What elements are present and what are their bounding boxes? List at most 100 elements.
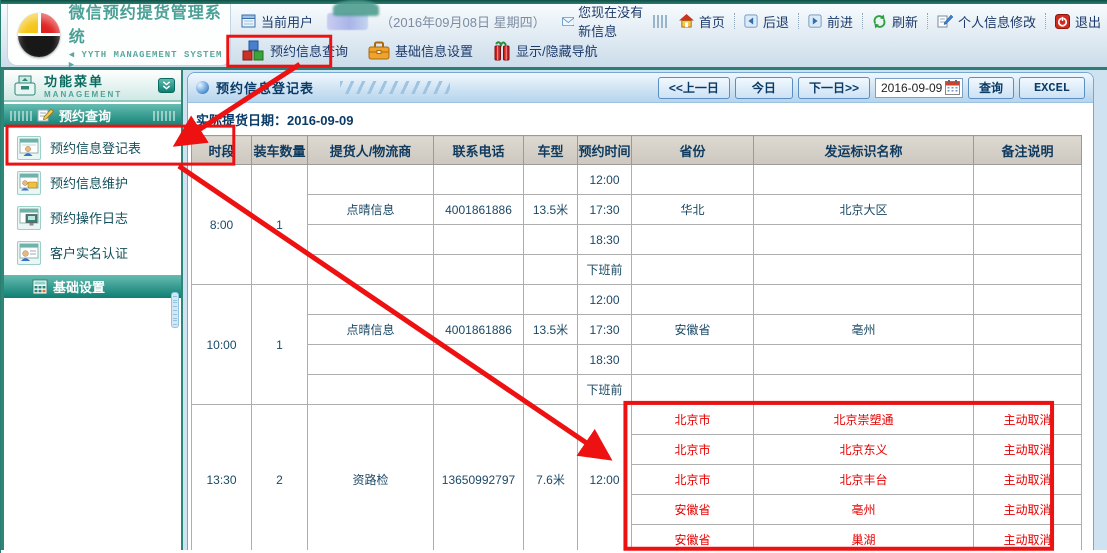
cubes-icon [242,40,265,61]
prev-day-button[interactable]: <<上一日 [658,77,730,99]
table-cell [524,255,578,285]
section-grip [10,111,32,121]
table-row: 8:00112:00 [192,165,1082,195]
nav-profile-label: 个人信息修改 [958,12,1036,31]
pickup-date-value: 2016-09-09 [287,113,354,128]
separator [798,13,799,29]
table-cell: 安徽省 [632,315,754,345]
section-label: 基础设置 [53,277,105,296]
table-cell: 17:30 [578,315,632,345]
column-header: 预约时间 [578,136,632,165]
table-cell: 4001861886 [434,315,524,345]
table-cell: 安徽省 [632,525,754,551]
separator [862,13,863,29]
table-cell: 下班前 [578,255,632,285]
panel-header: 预约信息登记表 <<上一日 今日 下一日>> 2016-09-09 查询 EXC… [188,73,1093,103]
table-cell: 10:00 [192,285,252,405]
date-input-value: 2016-09-09 [881,81,942,95]
nav-grip [653,15,667,28]
table-cell: 主动取消 [974,435,1082,465]
sidebar-menu-items: 预约信息登记表 预约信息维护 预约操作日志 [4,127,181,270]
app-subtitle: ◀ YYTH MANAGEMENT SYSTEM ▶ [69,50,230,70]
table-cell [754,165,974,195]
brand-panel: 微信预约提货管理系统 ◀ YYTH MANAGEMENT SYSTEM ▶ [7,4,231,66]
table-cell [632,345,754,375]
column-header: 装车数量 [252,136,308,165]
table-cell [434,285,524,315]
toolbar-settings[interactable]: 基础信息设置 [362,39,479,62]
sidebar-item-booking-maintenance[interactable]: 预约信息维护 [4,165,181,200]
table-cell [308,165,434,195]
nav-toggle-icon [493,40,511,61]
table-cell: 北京丰台 [754,465,974,495]
table-cell: 13650992797 [434,405,524,551]
edit-profile-icon [937,14,953,28]
sidebar-item-customer-verification[interactable]: 客户实名认证 [4,235,181,270]
refresh-icon [872,14,887,29]
today-button[interactable]: 今日 [735,77,793,99]
table-cell: 北京市 [632,465,754,495]
sidebar-splitter-handle[interactable] [171,292,179,328]
table-row: 点晴信息400186188613.5米17:30华北北京大区 [192,195,1082,225]
menu-subtitle: MANAGEMENT [44,90,122,99]
table-cell: 17:30 [578,195,632,225]
table-row: 下班前 [192,375,1082,405]
sidebar-item-booking-registry[interactable]: 预约信息登记表 [4,130,181,165]
app-header: 微信预约提货管理系统 ◀ YYTH MANAGEMENT SYSTEM ▶ 当前… [1,4,1107,70]
excel-export-button[interactable]: EXCEL [1019,77,1085,99]
nav-profile[interactable]: 个人信息修改 [931,10,1042,33]
table-row: 18:30 [192,345,1082,375]
next-day-button[interactable]: 下一日>> [798,77,870,99]
table-cell [974,285,1082,315]
toolbar-toggle-nav-label: 显示/隐藏导航 [516,41,598,60]
registry-body: 8:00112:00点晴信息400186188613.5米17:30华北北京大区… [192,165,1082,551]
pickup-date-label: 实际提货日期： [196,113,287,128]
table-cell: 主动取消 [974,525,1082,551]
table-cell: 巢湖 [754,525,974,551]
toolbox-icon [368,41,390,60]
username-redacted [327,13,368,30]
separator [927,13,928,29]
section-label: 预约查询 [59,106,111,125]
search-button[interactable]: 查询 [968,77,1014,99]
table-cell [308,225,434,255]
nav-logout[interactable]: 退出 [1049,10,1107,33]
toolbar-query[interactable]: 预约信息查询 [236,38,354,63]
table-cell: 主动取消 [974,495,1082,525]
table-cell: 2 [252,405,308,551]
table-cell [632,255,754,285]
column-header: 提货人/物流商 [308,136,434,165]
toolbar-toggle-nav[interactable]: 显示/隐藏导航 [487,38,604,63]
nav-back[interactable]: 后退 [738,10,795,33]
sidebar-item-label: 预约操作日志 [50,208,128,227]
sidebar-collapse-button[interactable] [158,78,175,93]
pickup-date-line: 实际提货日期：2016-09-09 [190,108,1093,135]
table-cell: 安徽省 [632,495,754,525]
app-body: 功能菜单 MANAGEMENT 预约查询 预约信息登记表 [1,70,1107,550]
log-monitor-icon [17,206,41,230]
menu-title-block: 功能菜单 MANAGEMENT [44,71,122,99]
table-cell [974,255,1082,285]
nav-refresh[interactable]: 刷新 [866,10,924,33]
sidebar-section-basic-settings[interactable]: 基础设置 [4,275,181,298]
sidebar-item-label: 预约信息登记表 [50,138,141,157]
nav-forward[interactable]: 前进 [802,10,859,33]
sidebar-item-booking-log[interactable]: 预约操作日志 [4,200,181,235]
nav-home[interactable]: 首页 [673,10,731,33]
sidebar-menu-header: 功能菜单 MANAGEMENT [4,70,181,102]
sidebar-section-booking-query[interactable]: 预约查询 [4,104,181,127]
table-cell [308,375,434,405]
registry-table: 时段装车数量提货人/物流商联系电话车型预约时间省份发运标识名称备注说明 8:00… [191,135,1082,550]
table-cell [524,225,578,255]
date-input[interactable]: 2016-09-09 [875,78,963,98]
calendar-icon[interactable] [945,80,960,95]
table-cell [434,255,524,285]
table-row: 13:302资路检136509927977.6米12:00北京市北京崇塑通主动取… [192,405,1082,435]
chevron-double-down-icon [161,80,172,91]
current-user: 当前用户 [235,10,319,33]
registry-header-row: 时段装车数量提货人/物流商联系电话车型预约时间省份发运标识名称备注说明 [192,136,1082,165]
table-cell: 资路检 [308,405,434,551]
customer-id-icon [17,241,41,265]
header-right: 当前用户 （2016年09月08日 星期四） 您现在没有新信息 首页 [235,4,1107,67]
column-header: 省份 [632,136,754,165]
